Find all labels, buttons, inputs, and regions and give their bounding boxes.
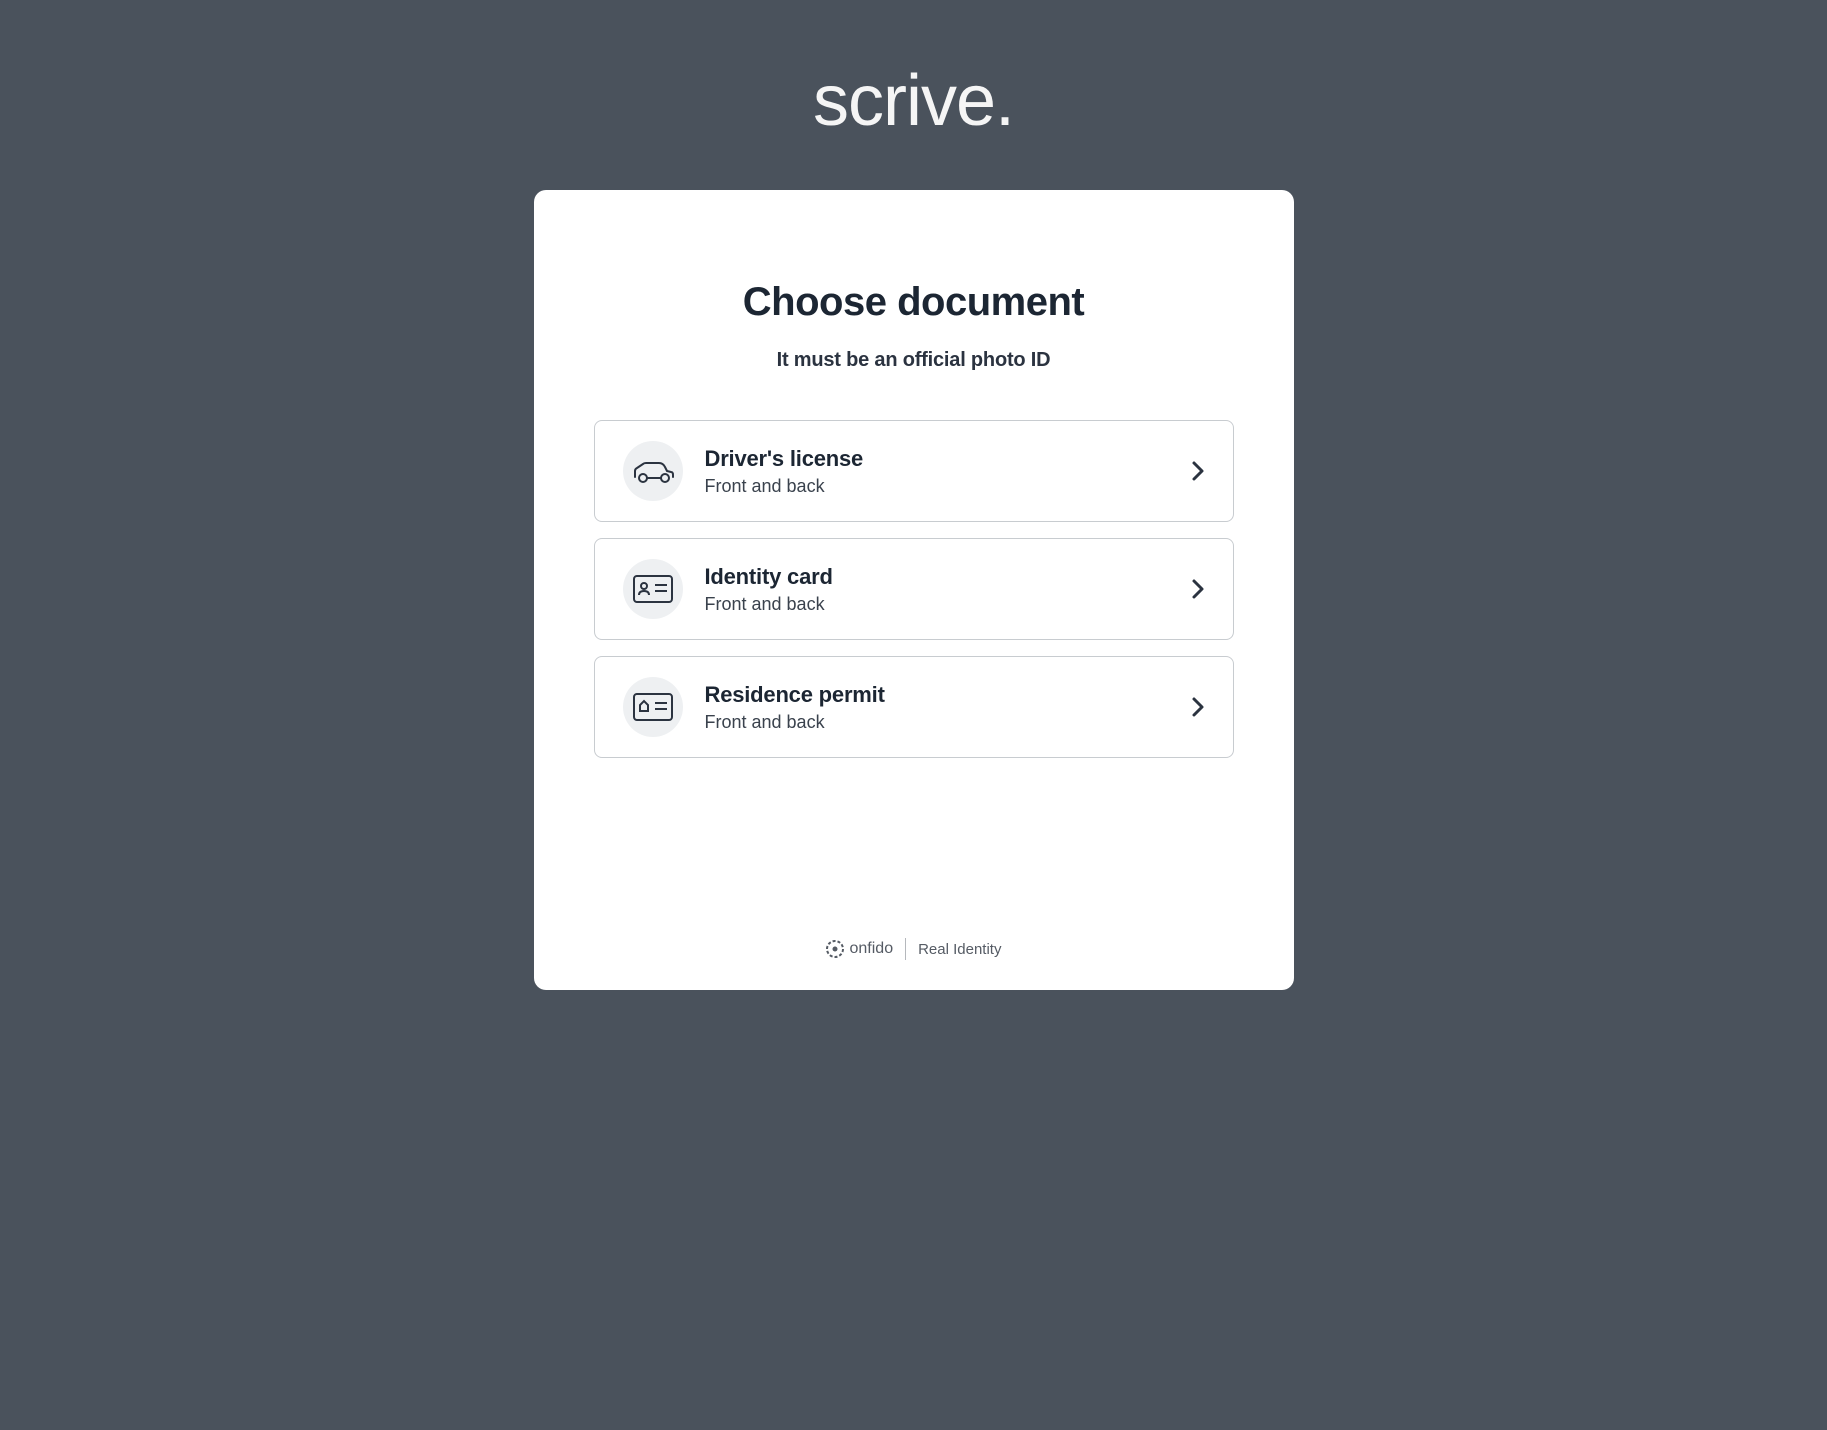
option-text: Residence permit Front and back xyxy=(705,682,1169,733)
chevron-right-icon xyxy=(1191,696,1205,718)
card-title: Choose document xyxy=(743,280,1084,325)
car-icon xyxy=(623,441,683,501)
option-title: Residence permit xyxy=(705,682,1169,708)
option-subtitle: Front and back xyxy=(705,712,1169,733)
footer-tagline: Real Identity xyxy=(918,941,1001,958)
chevron-right-icon xyxy=(1191,578,1205,600)
scrive-logo: scrive. xyxy=(813,60,1014,142)
document-option-list: Driver's license Front and back xyxy=(594,420,1234,758)
document-selection-card: Choose document It must be an official p… xyxy=(534,190,1294,990)
option-subtitle: Front and back xyxy=(705,476,1169,497)
option-title: Driver's license xyxy=(705,446,1169,472)
permit-icon xyxy=(623,677,683,737)
option-identity-card[interactable]: Identity card Front and back xyxy=(594,538,1234,640)
option-text: Identity card Front and back xyxy=(705,564,1169,615)
footer-attribution: onfido Real Identity xyxy=(826,938,1002,960)
footer-brand-text: onfido xyxy=(850,940,894,958)
footer-divider xyxy=(905,938,906,960)
option-text: Driver's license Front and back xyxy=(705,446,1169,497)
chevron-right-icon xyxy=(1191,460,1205,482)
onfido-logo: onfido xyxy=(826,940,894,958)
option-drivers-license[interactable]: Driver's license Front and back xyxy=(594,420,1234,522)
card-subtitle: It must be an official photo ID xyxy=(777,349,1051,372)
option-residence-permit[interactable]: Residence permit Front and back xyxy=(594,656,1234,758)
option-subtitle: Front and back xyxy=(705,594,1169,615)
option-title: Identity card xyxy=(705,564,1169,590)
id-card-icon xyxy=(623,559,683,619)
